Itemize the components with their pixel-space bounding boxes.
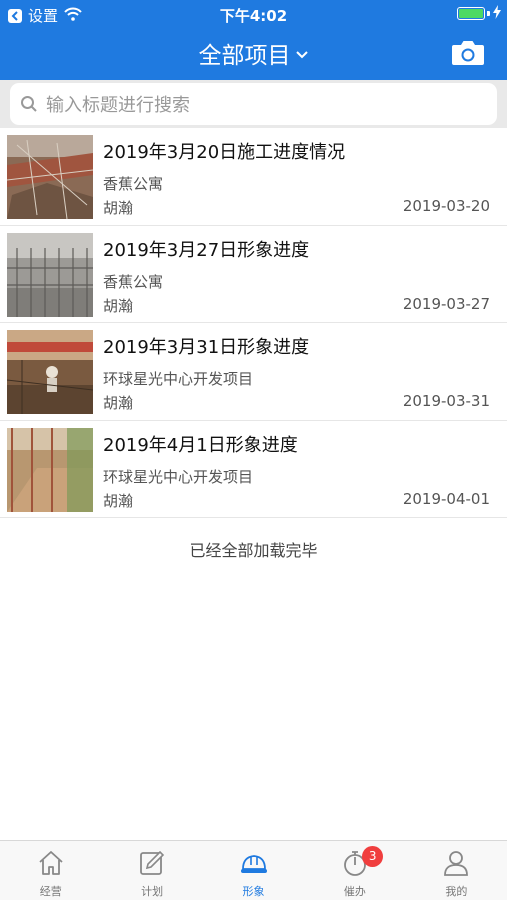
record-author: 胡瀚 xyxy=(103,199,134,217)
list-end-message: 已经全部加载完毕 xyxy=(189,541,318,560)
tab-label: 经营 xyxy=(39,885,62,898)
tab-label: 我的 xyxy=(445,885,468,898)
hard-hat-icon xyxy=(240,855,267,873)
record-project: 环球星光中心开发项目 xyxy=(103,370,254,388)
camera-icon xyxy=(452,41,484,65)
status-bar: 设置 下午4:02 xyxy=(0,0,507,28)
site-photo-thumbnail xyxy=(7,232,93,317)
search-bar: 输入标题进行搜索 xyxy=(0,80,507,128)
record-project: 香蕉公寓 xyxy=(103,272,164,291)
search-placeholder: 输入标题进行搜索 xyxy=(46,95,190,116)
list-item[interactable]: 2019年4月1日形象进度 环球星光中心开发项目 胡瀚 2019-04-01 xyxy=(0,421,507,518)
user-icon xyxy=(444,851,469,876)
charging-icon xyxy=(493,5,501,23)
tab-plan[interactable]: 计划 xyxy=(101,841,202,900)
record-title: 2019年3月20日施工进度情况 xyxy=(103,142,346,163)
search-icon xyxy=(21,96,37,112)
edit-icon xyxy=(140,850,165,875)
site-photo-thumbnail xyxy=(7,330,93,414)
tab-label: 计划 xyxy=(141,885,164,898)
record-author: 胡瀚 xyxy=(103,296,134,315)
camera-button[interactable] xyxy=(451,40,485,66)
record-author: 胡瀚 xyxy=(103,394,134,412)
record-author: 胡瀚 xyxy=(103,491,134,510)
list-item[interactable]: 2019年3月20日施工进度情况 香蕉公寓 胡瀚 2019-03-20 xyxy=(0,128,507,226)
site-photo-thumbnail xyxy=(7,427,93,512)
progress-list: 2019年3月20日施工进度情况 香蕉公寓 胡瀚 2019-03-20 2019… xyxy=(0,128,507,518)
tab-label: 催办 xyxy=(343,885,366,898)
tab-label: 形象 xyxy=(242,885,265,898)
record-date: 2019-03-31 xyxy=(402,392,490,410)
status-time: 下午4:02 xyxy=(219,7,288,25)
list-item[interactable]: 2019年3月31日形象进度 环球星光中心开发项目 胡瀚 2019-03-31 xyxy=(0,323,507,421)
battery-level xyxy=(459,9,483,18)
battery-icon xyxy=(457,7,485,20)
record-date: 2019-03-20 xyxy=(402,197,490,215)
record-project: 香蕉公寓 xyxy=(103,175,164,193)
search-input[interactable]: 输入标题进行搜索 xyxy=(10,83,497,125)
tab-business[interactable]: 经营 xyxy=(0,841,101,900)
site-photo-thumbnail xyxy=(7,135,93,219)
tab-bar: 经营 计划 形象 3 催办 我的 xyxy=(0,840,507,900)
record-date: 2019-03-27 xyxy=(402,294,490,313)
header: 设置 下午4:02 全部项目 xyxy=(0,0,507,80)
record-date: 2019-04-01 xyxy=(402,489,490,508)
page-title: 全部项目 xyxy=(198,43,291,69)
tab-urge[interactable]: 3 催办 xyxy=(304,841,405,900)
home-icon xyxy=(39,851,63,875)
record-title: 2019年3月31日形象进度 xyxy=(103,337,310,358)
list-item[interactable]: 2019年3月27日形象进度 香蕉公寓 胡瀚 2019-03-27 xyxy=(0,226,507,323)
chevron-down-icon xyxy=(295,40,309,66)
tab-image[interactable]: 形象 xyxy=(203,841,304,900)
battery-cap xyxy=(487,11,490,16)
record-project: 环球星光中心开发项目 xyxy=(103,467,254,486)
notification-badge: 3 xyxy=(362,846,384,867)
record-title: 2019年3月27日形象进度 xyxy=(103,239,310,261)
project-selector[interactable]: 全部项目 xyxy=(0,36,507,70)
record-title: 2019年4月1日形象进度 xyxy=(103,434,298,456)
tab-mine[interactable]: 我的 xyxy=(406,841,507,900)
